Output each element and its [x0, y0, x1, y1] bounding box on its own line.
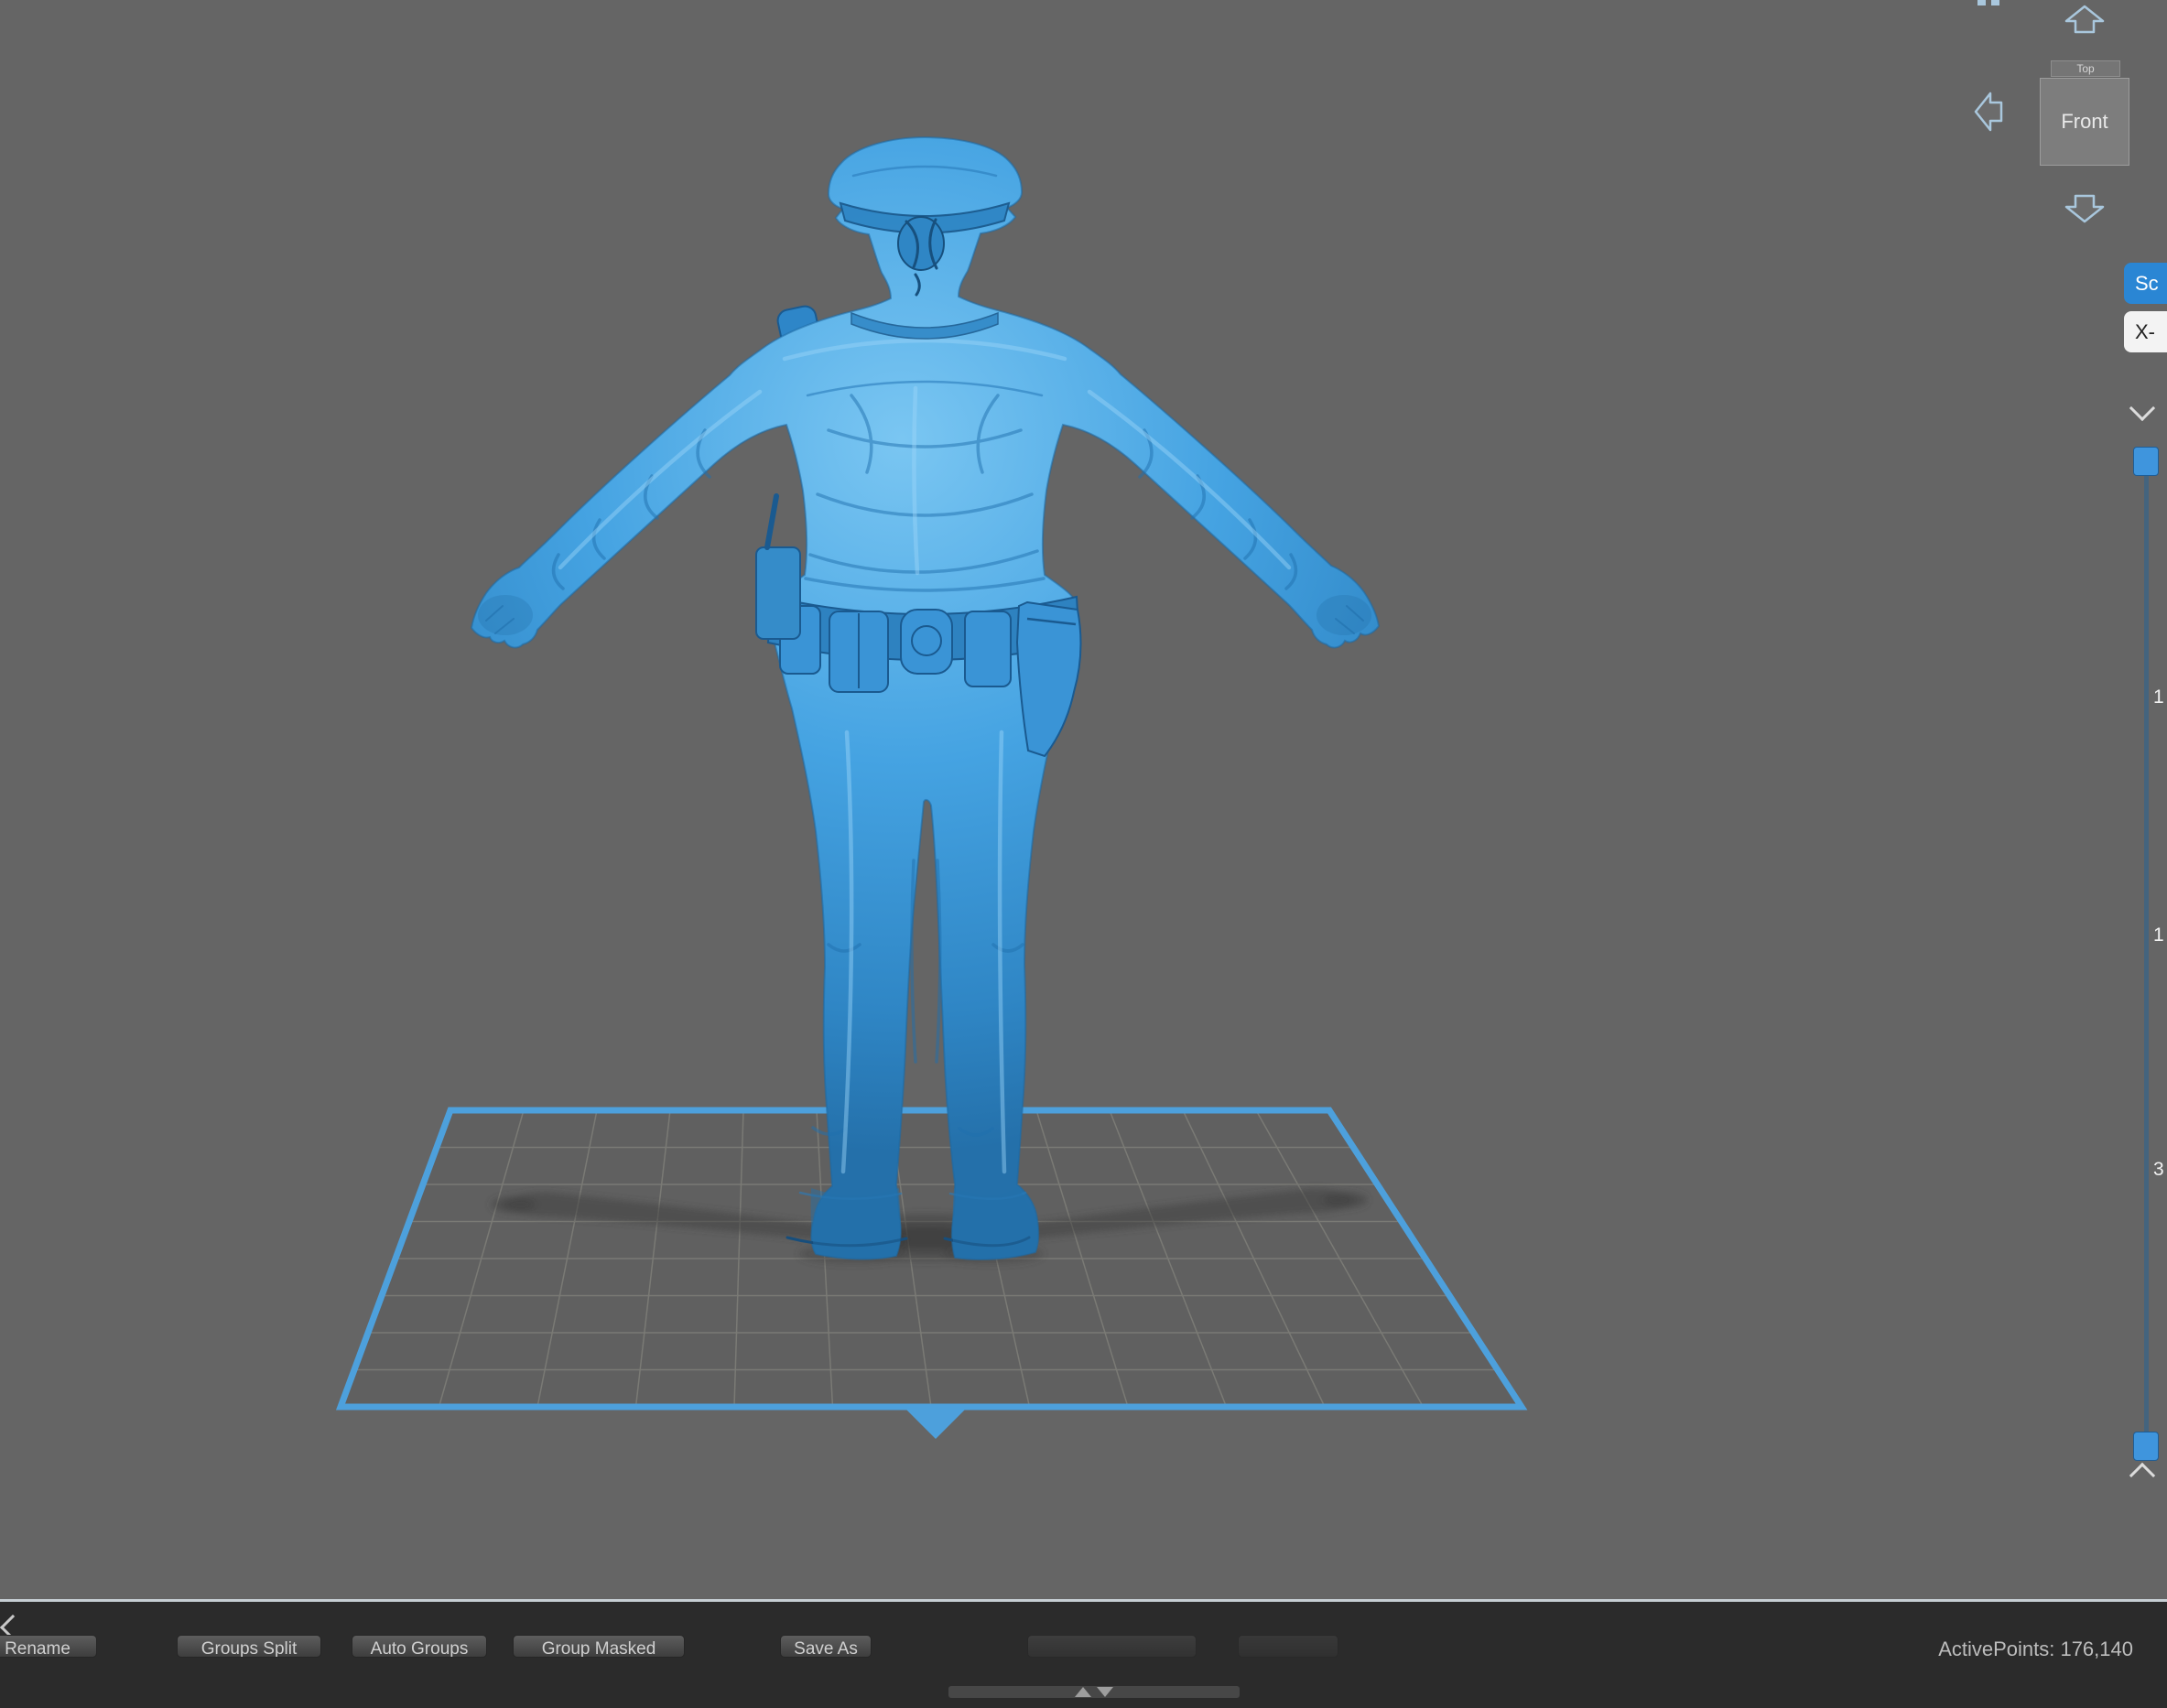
- nav-up-arrow-icon[interactable]: [2064, 5, 2105, 34]
- right-slider-handle-bottom[interactable]: [2133, 1432, 2159, 1461]
- belt-radio: [755, 546, 801, 640]
- rename-button[interactable]: Rename: [0, 1635, 97, 1658]
- slider-tick-label: 1: [2153, 686, 2164, 708]
- holster: [1015, 600, 1082, 758]
- toolbar-button-faint[interactable]: [1238, 1635, 1338, 1658]
- radio-antenna: [764, 493, 779, 550]
- slider-tick-label: 1: [2153, 924, 2164, 946]
- nav-left-arrow-icon[interactable]: [1974, 92, 2003, 132]
- viewcube-face-top[interactable]: Top: [2051, 60, 2120, 77]
- right-slider-handle-top[interactable]: [2133, 447, 2159, 476]
- floor-grid: [335, 1107, 1528, 1439]
- group-masked-button[interactable]: Group Masked: [513, 1635, 685, 1658]
- active-points-readout: ActivePoints: 176,140: [1938, 1638, 2133, 1660]
- grid-front-marker: [906, 1410, 965, 1439]
- bottom-resize-handle[interactable]: [948, 1686, 1240, 1698]
- nav-down-arrow-icon[interactable]: [2064, 194, 2105, 223]
- scroll-up-icon[interactable]: [1075, 1687, 1091, 1697]
- viewcube-face-front[interactable]: Front: [2040, 78, 2129, 166]
- right-slider-track[interactable]: [2144, 463, 2149, 1435]
- scroll-down-icon[interactable]: [1097, 1687, 1113, 1697]
- partial-nav-icon: [1977, 0, 1986, 5]
- save-as-button[interactable]: Save As: [780, 1635, 872, 1658]
- auto-groups-button[interactable]: Auto Groups: [352, 1635, 487, 1658]
- toolbar-button-faint[interactable]: [1027, 1635, 1197, 1658]
- scale-button[interactable]: Sc: [2124, 263, 2167, 304]
- xray-button[interactable]: X-: [2124, 311, 2167, 352]
- sculpting-app-window: { "colors": { "viewport_bg": "#656565", …: [0, 0, 2167, 1708]
- police-officer-model[interactable]: [470, 135, 1381, 1260]
- model-viewport[interactable]: [0, 0, 2167, 1708]
- groups-split-button[interactable]: Groups Split: [177, 1635, 321, 1658]
- slider-tick-label: 3: [2153, 1159, 2164, 1180]
- partial-nav-icon: [1991, 0, 1999, 5]
